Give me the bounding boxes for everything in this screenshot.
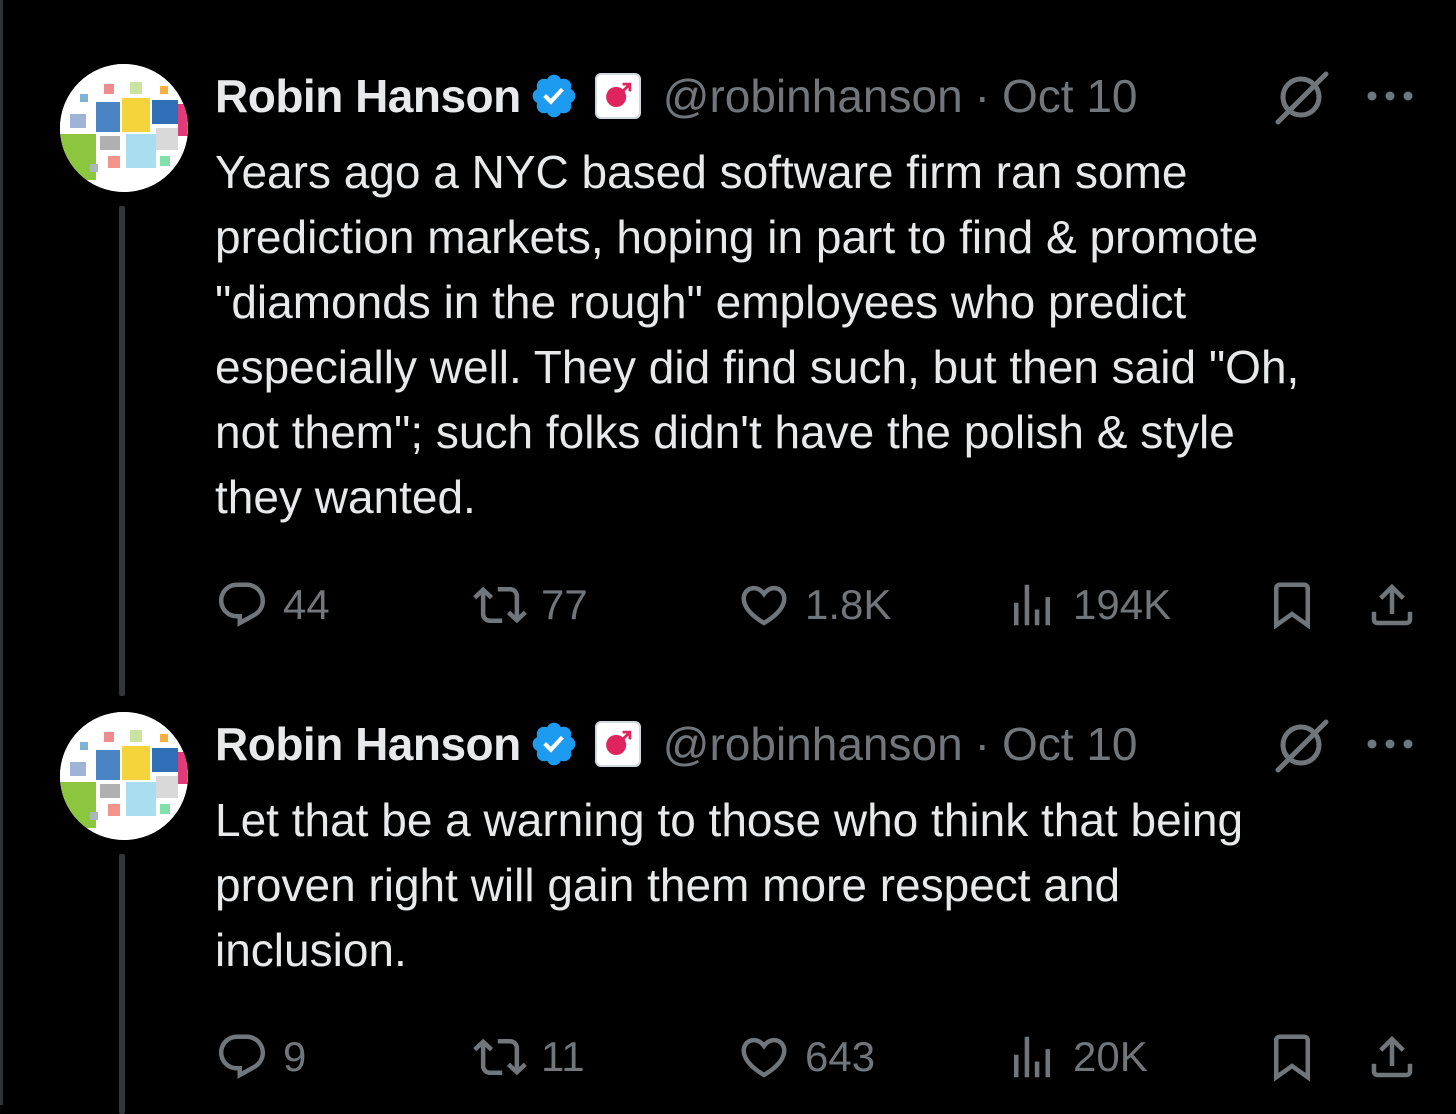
like-count: 643 xyxy=(805,1033,876,1080)
views-icon xyxy=(1014,584,1050,626)
heart-icon xyxy=(741,1037,787,1078)
bookmark-icon xyxy=(1274,582,1310,630)
share-icon xyxy=(1371,583,1413,626)
share-button[interactable] xyxy=(1365,1027,1419,1087)
tweet-text-line: not them"; such folks didn't have the po… xyxy=(215,406,1235,458)
author-handle[interactable]: @robinhanson xyxy=(663,717,963,771)
like-count: 1.8K xyxy=(805,581,892,628)
author-name[interactable]: Robin Hanson xyxy=(215,69,521,123)
separator-dot: · xyxy=(974,718,990,770)
tweet-text: Let that be a warning to those who think… xyxy=(215,788,1440,983)
retweet-icon xyxy=(473,586,527,624)
reply-count: 9 xyxy=(283,1033,307,1080)
heart-icon xyxy=(741,585,787,626)
tweet-text-line: Years ago a NYC based software firm ran … xyxy=(215,146,1188,198)
tweet-text-line: Let that be a warning to those who think… xyxy=(215,794,1244,846)
share-icon xyxy=(1371,1035,1413,1078)
verified-badge-icon xyxy=(529,719,579,769)
reply-button[interactable]: 9 xyxy=(215,1027,306,1087)
tweet-text: Years ago a NYC based software firm ran … xyxy=(215,140,1440,530)
views-count: 20K xyxy=(1073,1033,1148,1080)
bookmark-button[interactable] xyxy=(1265,1027,1319,1087)
bookmark-button[interactable] xyxy=(1265,575,1319,635)
like-button[interactable]: 1.8K xyxy=(737,575,891,635)
reply-button[interactable]: 44 xyxy=(215,575,330,635)
action-bar: 44 77 1.8K 194K xyxy=(215,575,1425,635)
more-icon[interactable] xyxy=(1364,724,1416,764)
tweet-header: Robin Hanson @robinhanson · Oct 10 xyxy=(215,66,1138,126)
tweet-text-line: especially well. They did find such, but… xyxy=(215,341,1300,393)
reply-icon xyxy=(218,1034,266,1079)
thread-line xyxy=(119,854,125,1114)
thread-line xyxy=(119,206,125,696)
views-button[interactable]: 20K xyxy=(1005,1027,1148,1087)
tweet-date[interactable]: Oct 10 xyxy=(1002,717,1138,771)
separator-dot: · xyxy=(974,70,990,122)
retweet-icon xyxy=(473,1038,527,1076)
retweet-button[interactable]: 77 xyxy=(473,575,588,635)
avatar[interactable] xyxy=(60,64,188,192)
like-button[interactable]: 643 xyxy=(737,1027,875,1087)
retweet-count: 77 xyxy=(541,581,588,628)
views-count: 194K xyxy=(1073,581,1172,628)
tweet-date[interactable]: Oct 10 xyxy=(1002,69,1138,123)
reply-icon xyxy=(218,582,266,627)
affiliation-badge-icon[interactable] xyxy=(594,73,641,119)
author-handle[interactable]: @robinhanson xyxy=(663,69,963,123)
views-icon xyxy=(1014,1036,1050,1078)
verified-badge-icon xyxy=(529,71,579,121)
reply-count: 44 xyxy=(283,581,330,628)
tweet[interactable]: Robin Hanson @robinhanson · Oct 10 Years… xyxy=(0,0,1456,700)
affiliation-badge-icon[interactable] xyxy=(594,721,641,767)
avatar[interactable] xyxy=(60,712,188,840)
action-bar: 9 11 643 20K xyxy=(215,1027,1425,1087)
views-button[interactable]: 194K xyxy=(1005,575,1171,635)
tweet-text-line: they wanted. xyxy=(215,471,476,523)
tweet-text-line: inclusion. xyxy=(215,924,407,976)
retweet-button[interactable]: 11 xyxy=(473,1027,585,1087)
retweet-count: 11 xyxy=(541,1033,585,1080)
grok-icon[interactable] xyxy=(1270,66,1332,128)
tweet-text-line: proven right will gain them more respect… xyxy=(215,859,1121,911)
grok-icon[interactable] xyxy=(1270,714,1332,776)
more-icon[interactable] xyxy=(1364,76,1416,116)
tweet-text-line: "diamonds in the rough" employees who pr… xyxy=(215,276,1187,328)
share-button[interactable] xyxy=(1365,575,1419,635)
bookmark-icon xyxy=(1274,1034,1310,1082)
author-name[interactable]: Robin Hanson xyxy=(215,717,521,771)
tweet-header: Robin Hanson @robinhanson · Oct 10 xyxy=(215,714,1138,774)
tweet[interactable]: Robin Hanson @robinhanson · Oct 10 Let t… xyxy=(0,700,1456,1114)
tweet-text-line: prediction markets, hoping in part to fi… xyxy=(215,211,1259,263)
